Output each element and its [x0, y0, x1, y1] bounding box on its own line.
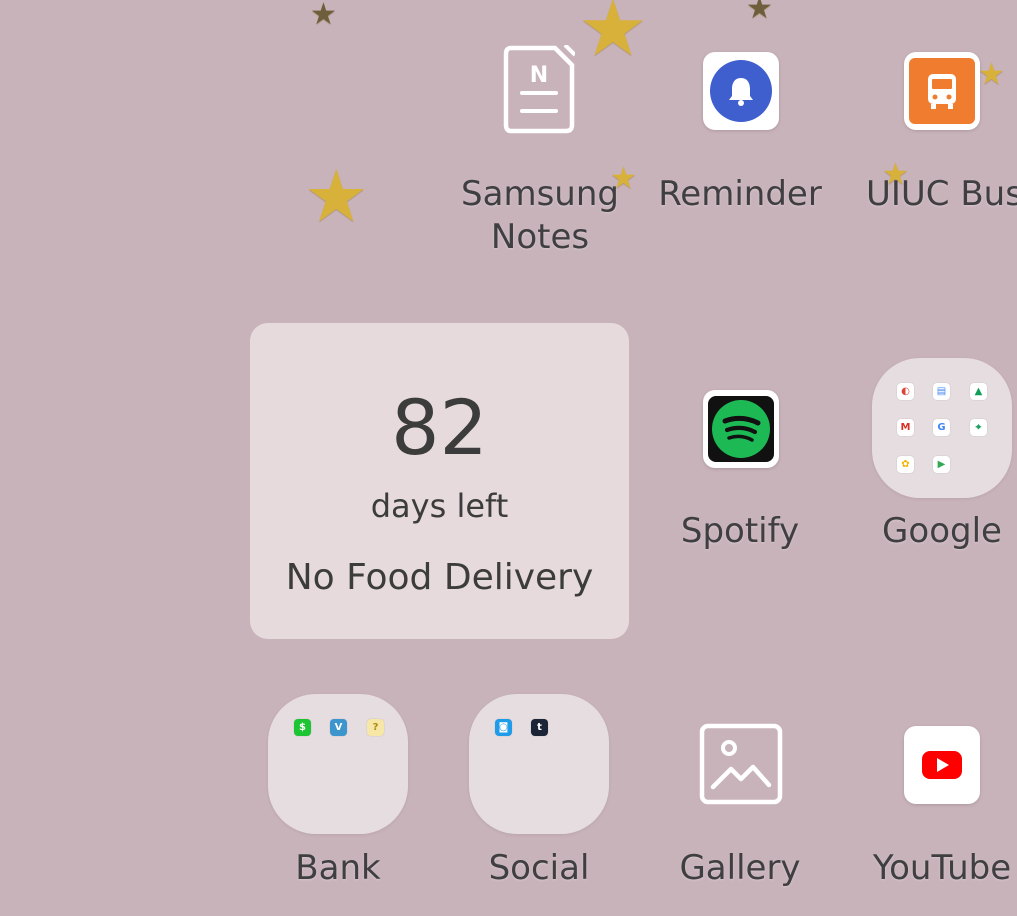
cash-app-icon: $ [294, 719, 311, 736]
countdown-number: 82 [391, 383, 488, 472]
countdown-title: No Food Delivery [285, 557, 594, 598]
app-label: Gallery [679, 848, 801, 888]
spotify-icon [712, 400, 770, 458]
youtube-app-icon [904, 726, 980, 804]
star-decoration: ★ [578, 0, 648, 74]
svg-text:N: N [530, 63, 548, 88]
uiuc-bus-app-icon [904, 52, 980, 130]
folder-icon: ◙ t [469, 694, 609, 834]
drive-icon: ▲ [970, 383, 987, 400]
bank-app-icon: ? [367, 719, 384, 736]
app-label: UIUC Bus [866, 174, 1017, 214]
star-decoration: ★ [746, 0, 773, 26]
play-store-icon: ▶ [933, 456, 950, 473]
chrome-icon: ◐ [897, 383, 914, 400]
reminder-app-icon [703, 52, 779, 130]
gmail-icon: M [897, 419, 914, 436]
star-decoration: ★ [310, 0, 337, 32]
maps-icon: ⌖ [970, 419, 987, 436]
samsung-notes-icon: N [503, 43, 577, 134]
app-label: YouTube [872, 848, 1012, 888]
app-label: Reminder [658, 174, 822, 214]
app-label: Bank [295, 848, 381, 888]
venmo-icon: V [330, 719, 347, 736]
app-label: Notes [490, 217, 590, 257]
bus-icon [928, 74, 956, 109]
messenger-icon: ◙ [495, 719, 512, 736]
tumblr-icon: t [531, 719, 548, 736]
google-icon: G [933, 419, 950, 436]
app-label: Google [882, 511, 1002, 551]
countdown-unit: days left [370, 487, 509, 525]
star-decoration: ★ [978, 57, 1005, 92]
youtube-icon [912, 735, 972, 795]
docs-icon: ▤ [933, 383, 950, 400]
app-label: Social [488, 848, 590, 888]
countdown-widget[interactable]: 82 days left No Food Delivery [250, 323, 629, 639]
spotify-app-icon [703, 390, 779, 468]
folder-icon: $ V ? [268, 694, 408, 834]
bell-icon [729, 78, 753, 106]
photos-icon: ✿ [897, 456, 914, 473]
star-decoration: ★ [304, 154, 369, 238]
app-label: Spotify [680, 511, 800, 551]
app-label: Samsung [461, 174, 619, 214]
folder-icon: ◐ ▤ ▲ M G ⌖ ✿ ▶ [872, 358, 1012, 498]
image-icon [699, 723, 783, 805]
